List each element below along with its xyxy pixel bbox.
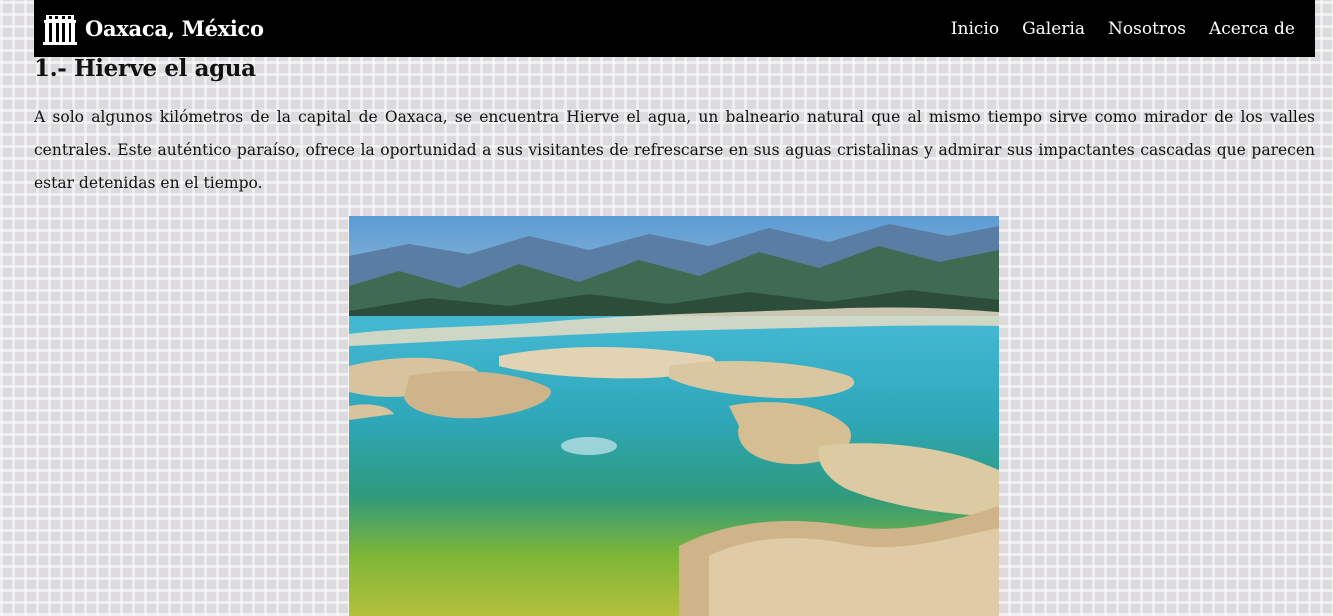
article-paragraph: A solo algunos kilómetros de la capital … xyxy=(34,108,1315,192)
nav-link-galeria[interactable]: Galeria xyxy=(1022,19,1085,39)
article-title: 1.- Hierve el agua xyxy=(34,55,256,82)
brand-name: Oaxaca, México xyxy=(85,16,264,41)
nav-link-acerca-de[interactable]: Acerca de xyxy=(1209,19,1295,39)
hierve-el-agua-photo xyxy=(349,216,999,616)
brand-link[interactable]: Oaxaca, México xyxy=(43,13,264,45)
nav-menu: Inicio Galeria Nosotros Acerca de xyxy=(951,19,1295,39)
top-navbar: Oaxaca, México Inicio Galeria Nosotros A… xyxy=(34,0,1315,57)
nav-link-inicio[interactable]: Inicio xyxy=(951,19,999,39)
temple-icon xyxy=(43,13,77,45)
nav-link-nosotros[interactable]: Nosotros xyxy=(1108,19,1186,39)
